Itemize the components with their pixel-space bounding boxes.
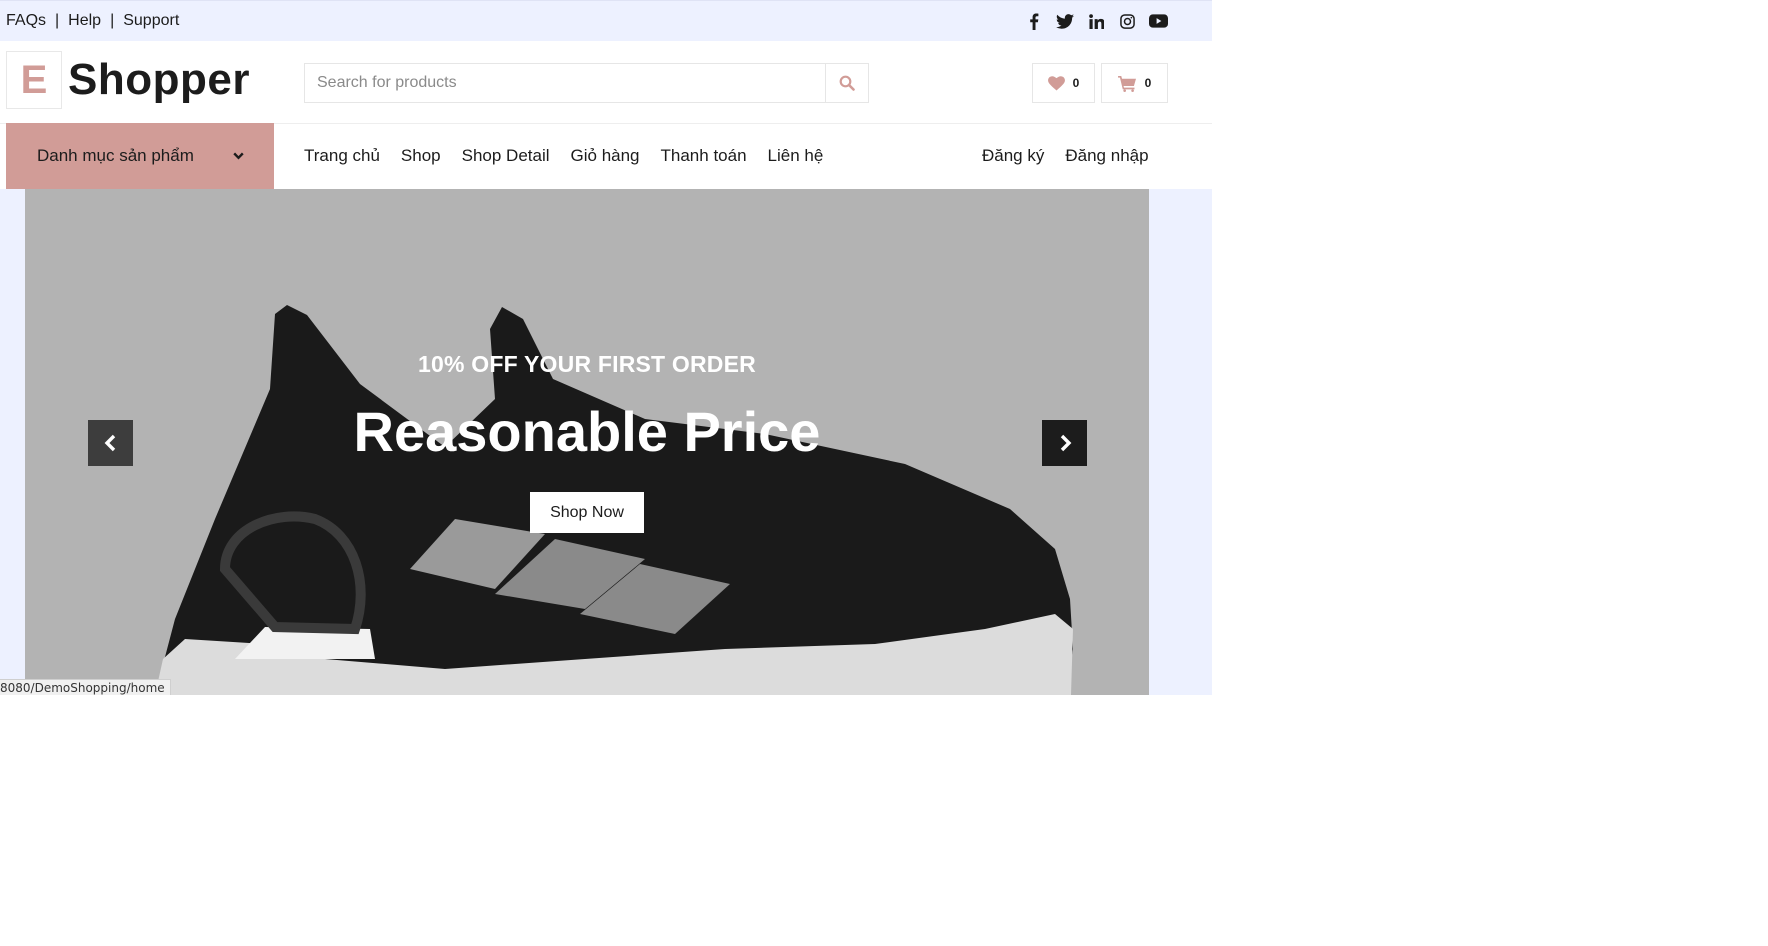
faqs-link[interactable]: FAQs (6, 12, 46, 30)
cart-icon (1117, 75, 1136, 92)
category-dropdown[interactable]: Danh mục sản phẩm (6, 123, 274, 189)
chevron-left-icon (104, 434, 115, 452)
nav-link-home[interactable]: Trang chủ (304, 146, 380, 166)
heart-icon (1047, 75, 1065, 91)
youtube-icon[interactable] (1148, 11, 1168, 31)
register-link[interactable]: Đăng ký (982, 146, 1044, 166)
instagram-icon[interactable] (1117, 11, 1137, 31)
separator: | (110, 12, 115, 29)
chevron-right-icon (1060, 434, 1071, 452)
carousel-prev-button[interactable] (88, 420, 133, 466)
chevron-down-icon (233, 152, 244, 160)
site-header: E Shopper 0 0 (0, 41, 1212, 124)
hero-caption: 10% OFF YOUR FIRST ORDER Reasonable Pric… (25, 189, 1149, 695)
auth-nav: Đăng ký Đăng nhập (982, 123, 1170, 189)
browser-viewport: FAQs | Help | Support E Shopper Search f… (0, 0, 1212, 695)
nav-link-shop-detail[interactable]: Shop Detail (462, 146, 550, 166)
carousel-next-button[interactable] (1042, 420, 1087, 466)
logo-letter: E (6, 51, 62, 109)
shop-now-button[interactable]: Shop Now (530, 492, 644, 533)
search-button[interactable] (825, 64, 868, 102)
login-link[interactable]: Đăng nhập (1065, 146, 1148, 166)
facebook-icon[interactable] (1024, 11, 1044, 31)
hero-carousel: 10% OFF YOUR FIRST ORDER Reasonable Pric… (25, 189, 1149, 695)
search-icon (839, 75, 855, 91)
category-label: Danh mục sản phẩm (37, 146, 194, 165)
site-logo[interactable]: E Shopper (6, 51, 250, 109)
cart-button[interactable]: 0 (1101, 63, 1168, 103)
nav-link-contact[interactable]: Liên hệ (768, 146, 824, 166)
social-links (1024, 11, 1179, 31)
top-links: FAQs | Help | Support (6, 12, 179, 30)
separator: | (55, 12, 60, 29)
hero-headline: Reasonable Price (353, 400, 821, 463)
help-link[interactable]: Help (68, 12, 101, 30)
wishlist-count: 0 (1072, 76, 1080, 90)
twitter-icon[interactable] (1055, 11, 1075, 31)
offer-text: 10% OFF YOUR FIRST ORDER (418, 351, 756, 377)
status-bar-url: 8080/DemoShopping/home (0, 679, 171, 695)
nav-link-shop[interactable]: Shop (401, 146, 441, 166)
linkedin-icon[interactable] (1086, 11, 1106, 31)
wishlist-button[interactable]: 0 (1032, 63, 1095, 103)
nav-link-checkout[interactable]: Thanh toán (661, 146, 747, 166)
nav-link-cart[interactable]: Giỏ hàng (571, 146, 640, 166)
logo-text: Shopper (68, 55, 250, 104)
search-input[interactable] (305, 64, 825, 102)
top-bar: FAQs | Help | Support (0, 0, 1212, 41)
main-nav: Trang chủ Shop Shop Detail Giỏ hàng Than… (304, 123, 844, 189)
support-link[interactable]: Support (123, 12, 179, 30)
search-bar (304, 63, 869, 103)
cart-count: 0 (1144, 76, 1152, 90)
